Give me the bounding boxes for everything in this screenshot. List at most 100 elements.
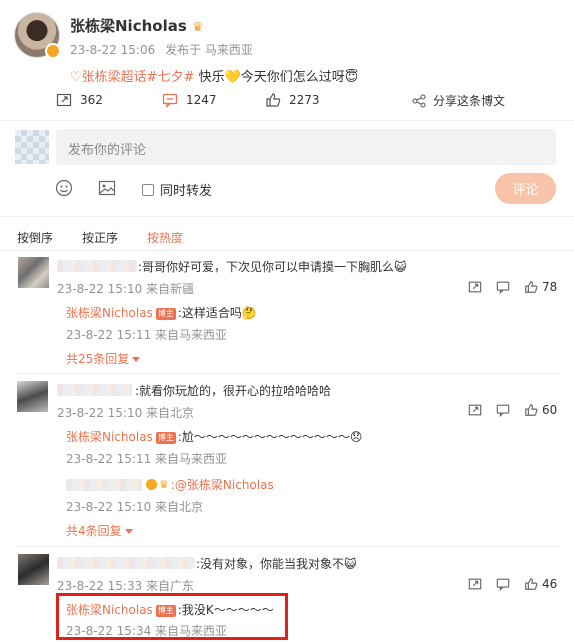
reply-text: :@张栋梁Nicholas [170, 478, 274, 492]
comment-input[interactable]: 发布你的评论 [56, 129, 556, 165]
share-icon [412, 94, 426, 107]
emoji-icon [55, 179, 73, 197]
crown-icon: ♛ [159, 478, 169, 491]
super-topic-icon: ♡ [70, 70, 82, 85]
image-icon [98, 180, 116, 196]
divider [0, 250, 574, 251]
comment-like-count: 46 [542, 577, 558, 591]
repost-checkbox-label: 同时转发 [160, 184, 213, 199]
thumbs-up-icon [525, 281, 538, 293]
blogger-badge: 博主 [155, 604, 176, 617]
reply-text: :我没K～～～～～ [177, 603, 274, 617]
post-author-name[interactable]: 张栋梁Nicholas ♛ [70, 15, 204, 36]
reply-meta: 23-8-22 15:10 来自北京 [66, 500, 204, 514]
comment-actions: 60 [468, 403, 557, 417]
reply-line: ♛ :@张栋梁Nicholas [66, 476, 274, 493]
reply-meta: 23-8-22 15:11 来自马来西亚 [66, 328, 228, 342]
blogger-badge: 博主 [155, 307, 176, 320]
post-text: ♡张栋梁超话#七夕# 快乐💛今天你们怎么过呀😇 [70, 66, 358, 85]
reply-text: :这样适合吗🤔 [177, 306, 257, 320]
commenter-name-redacted[interactable] [57, 557, 195, 569]
repost-count: 362 [80, 93, 103, 107]
repost-checkbox-row[interactable]: 同时转发 [142, 180, 212, 199]
commenter-avatar[interactable] [18, 554, 49, 585]
comment-actions: 78 [468, 280, 557, 294]
commenter-avatar[interactable] [18, 257, 49, 288]
post-meta: 23-8-22 15:06 发布于 马来西亚 [70, 41, 253, 58]
commenter-name-redacted[interactable] [57, 384, 132, 396]
comment-count: 1247 [186, 93, 217, 107]
comment-like-button[interactable]: 78 [524, 280, 557, 294]
chevron-down-icon [124, 529, 133, 534]
comment-text: :就看你玩尬的，很开心的拉哈哈哈哈 [135, 384, 332, 398]
thumbs-up-icon [525, 578, 538, 590]
reply-line: 张栋梁Nicholas 博主:这样适合吗🤔 [66, 304, 257, 321]
reply-line: 张栋梁Nicholas 博主:我没K～～～～～ [66, 601, 274, 618]
image-button[interactable] [98, 179, 116, 197]
comment-like-button[interactable]: 46 [524, 577, 557, 591]
repost-checkbox[interactable] [142, 183, 154, 196]
replier-name-redacted[interactable] [66, 478, 142, 491]
divider [0, 120, 574, 121]
crown-icon: ♛ [192, 20, 204, 35]
commenter-avatar[interactable] [17, 381, 48, 412]
comment-like-count: 60 [542, 403, 558, 417]
verified-badge-icon [146, 479, 157, 490]
comment-button[interactable]: 1247 [162, 92, 217, 108]
post-author-avatar[interactable] [14, 12, 61, 59]
verified-badge-icon [45, 43, 61, 59]
post-author-name-text[interactable]: 张栋梁Nicholas [70, 17, 187, 35]
comment-icon[interactable] [496, 280, 510, 294]
post-time[interactable]: 23-8-22 15:06 [70, 43, 155, 57]
comment-input-placeholder: 发布你的评论 [68, 143, 147, 158]
super-topic-link[interactable]: 张栋梁超话 [82, 70, 147, 85]
like-count: 2273 [289, 93, 320, 107]
divider [14, 373, 560, 374]
repost-icon[interactable] [468, 403, 482, 417]
reply-author-link[interactable]: 张栋梁Nicholas [66, 430, 153, 444]
repost-icon[interactable] [468, 577, 482, 591]
thumbs-up-icon [266, 93, 281, 107]
tab-by-popularity[interactable]: 按热度 [147, 229, 183, 246]
submit-comment-label: 评论 [512, 183, 539, 198]
comment-icon[interactable] [496, 403, 510, 417]
reply-meta: 23-8-22 15:11 来自马来西亚 [66, 452, 228, 466]
reply-line: 张栋梁Nicholas 博主:尬～～～～～～～～～～～～～😞 [66, 428, 362, 445]
divider [14, 546, 560, 547]
comment-like-count: 78 [542, 280, 558, 294]
comment-meta: 23-8-22 15:10 来自新疆 [57, 282, 195, 296]
more-replies-link[interactable]: 共4条回复 [66, 522, 133, 539]
post-body: 快乐💛今天你们怎么过呀😇 [194, 70, 359, 85]
share-label: 分享这条博文 [433, 94, 506, 108]
more-replies-label: 共4条回复 [66, 524, 122, 538]
comment-icon [162, 93, 178, 108]
comment-text: :没有对象，你能当我对象不😺 [196, 557, 357, 571]
emoji-button[interactable] [55, 179, 73, 197]
current-user-avatar [15, 130, 49, 164]
comment-text: :哥哥你好可爱，下次见你可以申请摸一下胸肌么😺 [138, 260, 407, 274]
comment-actions: 46 [468, 577, 557, 591]
thumbs-up-icon [525, 404, 538, 416]
like-button[interactable]: 2273 [265, 92, 320, 108]
blogger-badge: 博主 [155, 431, 176, 444]
reply-author-link[interactable]: 张栋梁Nicholas [66, 306, 153, 320]
repost-icon[interactable] [468, 280, 482, 294]
repost-button[interactable]: 362 [56, 92, 103, 108]
repost-icon [56, 93, 72, 107]
divider [0, 216, 574, 217]
commenter-name-redacted[interactable] [57, 260, 137, 272]
reply-text: :尬～～～～～～～～～～～～～😞 [177, 430, 363, 444]
chevron-down-icon [132, 357, 141, 362]
tab-reverse-order[interactable]: 按倒序 [17, 229, 53, 246]
comment-like-button[interactable]: 60 [524, 403, 557, 417]
submit-comment-button[interactable]: 评论 [495, 173, 556, 204]
comment-meta: 23-8-22 15:33 来自广东 [57, 579, 195, 593]
comment-icon[interactable] [496, 577, 510, 591]
more-replies-label: 共25条回复 [66, 352, 130, 366]
more-replies-link[interactable]: 共25条回复 [66, 350, 141, 367]
post-location: 发布于 马来西亚 [165, 43, 253, 57]
hashtag-link[interactable]: #七夕# [147, 70, 195, 85]
share-button[interactable]: 分享这条博文 [412, 92, 505, 109]
reply-author-link[interactable]: 张栋梁Nicholas [66, 603, 153, 617]
tab-chronological[interactable]: 按正序 [82, 229, 118, 246]
